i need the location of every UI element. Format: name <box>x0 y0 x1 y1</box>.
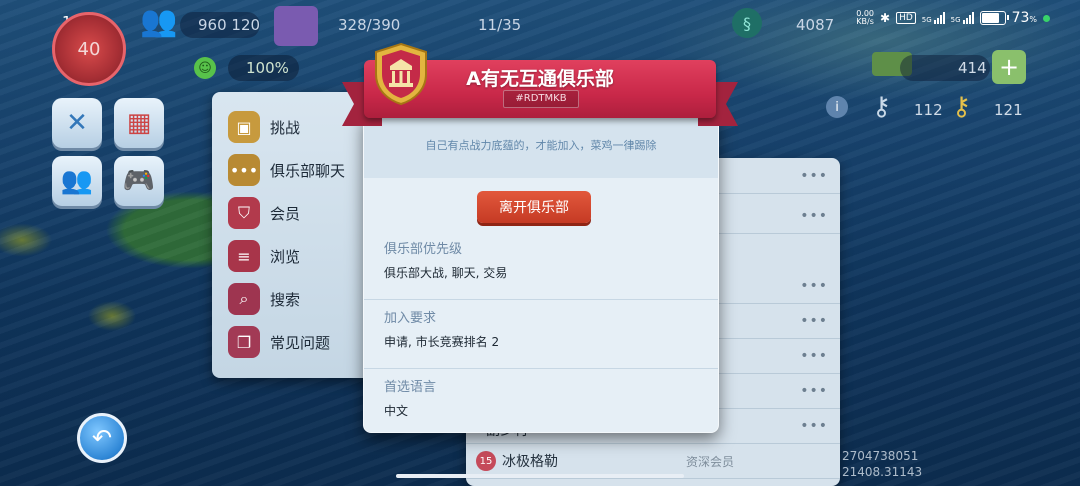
gold-key-icon: ⚷ <box>952 92 972 122</box>
menu-label: 俱乐部聊天 <box>270 161 346 180</box>
back-button[interactable]: ↶ <box>77 413 127 463</box>
menu-item-search[interactable]: ⌕ 搜索 <box>228 281 300 317</box>
menu-item-faq[interactable]: ❐ 常见问题 <box>228 324 330 360</box>
simoleon-icon: § <box>732 8 762 38</box>
happiness-value: 100% <box>228 55 299 81</box>
join-label: 加入要求 <box>384 311 437 326</box>
simoleon-value: 4087 <box>796 16 835 34</box>
leave-club-button[interactable]: 离开俱乐部 <box>477 191 591 223</box>
net-speed: 0.00 KB/s <box>856 9 875 26</box>
menu-item-challenge[interactable]: ▣ 挑战 <box>228 109 300 145</box>
join-value: 申请, 市长竞赛排名 2 <box>384 335 500 349</box>
signal-strength-2-icon: 5G <box>951 12 974 24</box>
tools-icon: ✕ <box>66 108 88 138</box>
settings-tools-button[interactable]: ✕ <box>52 98 102 148</box>
smiley-icon: ☺ <box>194 57 216 79</box>
battery-level: 73% <box>1011 10 1037 26</box>
club-shield-icon: ⛉ <box>228 197 260 229</box>
signal-strength-icon: 5G <box>922 12 945 24</box>
club-menu-panel: ▣ 挑战 ••• 俱乐部聊天 ⛉ 会员 ≡ 浏览 ⌕ 搜索 ❐ 常见问题 <box>212 92 382 378</box>
member-name: 冰极格勒 <box>502 454 558 470</box>
population-icon: 👥 <box>140 4 178 39</box>
back-arrow-icon: ↶ <box>91 424 113 452</box>
silver-key-icon: ⚷ <box>872 92 892 122</box>
home-indicator[interactable] <box>396 474 684 478</box>
happiness-meter: ☺ 100% <box>194 55 299 81</box>
money-value: 414 <box>958 59 987 77</box>
more-icon[interactable]: ••• <box>800 418 828 434</box>
club-name: A有无互通俱乐部 <box>466 68 614 90</box>
bluetooth-icon: ✱ <box>880 11 891 25</box>
more-icon[interactable]: ••• <box>800 208 828 224</box>
population-value: 960 120 <box>198 16 261 34</box>
footer-version: 21408.31143 <box>842 465 923 479</box>
more-icon[interactable]: ••• <box>800 168 828 184</box>
level-value: 40 <box>77 38 101 60</box>
divider <box>364 299 718 300</box>
menu-item-members[interactable]: ⛉ 会员 <box>228 195 300 231</box>
club-title-banner: A有无互通俱乐部 #RDTMKB <box>342 42 738 128</box>
more-icon[interactable]: ••• <box>800 348 828 364</box>
search-icon: ⌕ <box>228 283 260 315</box>
friends-icon: 👥 <box>60 166 94 196</box>
priority-label: 俱乐部优先级 <box>384 242 463 257</box>
divider <box>364 368 718 369</box>
silver-key-value: 112 <box>914 101 943 119</box>
menu-label: 挑战 <box>270 118 301 137</box>
calendar-button[interactable]: ▦ <box>114 98 164 148</box>
footer-id: 2704738051 <box>842 449 919 463</box>
priority-value: 俱乐部大战, 聊天, 交易 <box>384 266 508 280</box>
battery-icon <box>979 11 1009 25</box>
menu-label: 搜索 <box>270 290 301 309</box>
plus-icon: + <box>998 53 1020 81</box>
club-tag: #RDTMKB <box>503 90 579 108</box>
menu-label: 会员 <box>270 204 301 223</box>
language-value: 中文 <box>384 404 409 418</box>
club-priority-section: 俱乐部优先级 俱乐部大战, 聊天, 交易 <box>384 238 507 281</box>
join-requirements-section: 加入要求 申请, 市长竞赛排名 2 <box>384 307 499 350</box>
status-icons: 0.00 KB/s ✱ HD 5G 5G 73% <box>856 10 1050 26</box>
menu-label: 常见问题 <box>270 333 331 352</box>
storage-icon <box>274 6 318 46</box>
hd-icon: HD <box>896 12 916 24</box>
level-badge[interactable]: 40 <box>52 12 126 86</box>
gold-key-value: 121 <box>994 101 1023 119</box>
info-icon[interactable]: i <box>826 96 848 118</box>
gamepad-icon: 🎮 <box>122 166 156 196</box>
storage-value: 328/390 <box>338 16 401 34</box>
menu-item-club-chat[interactable]: ••• 俱乐部聊天 <box>228 152 345 188</box>
member-name-row: 15 冰极格勒 <box>476 451 558 471</box>
club-motto: 自己有点战力底蕴的，才能加入，菜鸡一律踢除 <box>425 139 657 152</box>
browse-shield-icon: ≡ <box>228 240 260 272</box>
more-icon[interactable]: ••• <box>800 383 828 399</box>
menu-item-browse[interactable]: ≡ 浏览 <box>228 238 300 274</box>
menu-label: 浏览 <box>270 247 301 266</box>
book-icon: ❐ <box>228 326 260 358</box>
member-role: 资深会员 <box>686 455 735 469</box>
add-money-button[interactable]: + <box>992 50 1026 84</box>
more-icon[interactable]: ••• <box>800 278 828 294</box>
slots-value: 11/35 <box>478 16 522 34</box>
calendar-icon: ▦ <box>126 108 152 138</box>
language-label: 首选语言 <box>384 380 437 395</box>
gamepad-button[interactable]: 🎮 <box>114 156 164 206</box>
chest-icon: ▣ <box>228 111 260 143</box>
rank-badge: 15 <box>476 451 496 471</box>
club-info-modal: 自己有点战力底蕴的，才能加入，菜鸡一律踢除 离开俱乐部 俱乐部优先级 俱乐部大战… <box>363 113 719 433</box>
more-icon[interactable]: ••• <box>800 313 828 329</box>
language-section: 首选语言 中文 <box>384 376 436 419</box>
friends-button[interactable]: 👥 <box>52 156 102 206</box>
status-dot-icon <box>1043 14 1050 22</box>
chat-icon: ••• <box>228 154 260 186</box>
